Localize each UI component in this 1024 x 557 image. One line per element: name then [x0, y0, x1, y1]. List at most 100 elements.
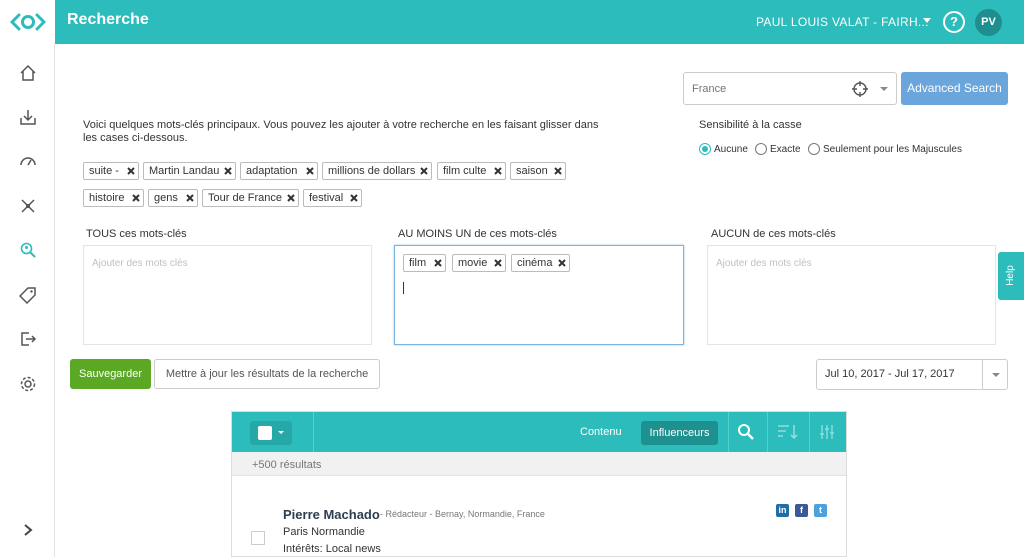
location-input[interactable] [692, 83, 842, 95]
keyword-tag-label: film culte [443, 165, 487, 177]
influencer-name[interactable]: Pierre Machado [283, 507, 380, 522]
divider [767, 412, 768, 452]
keyword-tag[interactable]: saison [510, 162, 566, 180]
help-tab[interactable]: Help [998, 252, 1024, 300]
radio-label: Exacte [770, 143, 801, 155]
location-field[interactable] [683, 72, 872, 105]
page-title: Recherche [67, 11, 149, 28]
keyword-tag[interactable]: adaptation [240, 162, 318, 180]
update-results-button[interactable]: Mettre à jour les résultats de la recher… [154, 359, 380, 389]
none-keywords-input[interactable]: Ajouter des mots clés [707, 245, 996, 345]
results-count: +500 résultats [252, 459, 322, 471]
radio-exacte[interactable]: Exacte [755, 143, 801, 155]
search-icon[interactable] [737, 423, 755, 444]
influencer-organization: Paris Normandie [283, 526, 365, 538]
keyword-tag[interactable]: suite - [83, 162, 139, 180]
none-keywords-title: AUCUN de ces mots-clés [711, 228, 836, 240]
close-icon[interactable] [223, 166, 233, 176]
chevron-right-icon[interactable] [17, 519, 39, 541]
none-keywords-placeholder: Ajouter des mots clés [716, 258, 812, 269]
chevron-down-icon[interactable] [923, 18, 931, 23]
results-count-bar: +500 résultats [232, 452, 846, 476]
close-icon[interactable] [286, 193, 296, 203]
keyword-tag[interactable]: millions de dollars [322, 162, 432, 180]
close-icon[interactable] [131, 193, 141, 203]
keyword-tag[interactable]: gens [148, 189, 198, 207]
keyword-tag[interactable]: film culte [437, 162, 506, 180]
keyword-tag-label: gens [154, 192, 178, 204]
app-logo[interactable] [0, 0, 55, 44]
date-range-dropdown[interactable] [982, 359, 1008, 390]
close-icon[interactable] [553, 166, 563, 176]
settings-gear-icon[interactable] [17, 373, 39, 395]
search-people-icon[interactable] [17, 239, 39, 261]
tab-influenceurs[interactable]: Influenceurs [641, 421, 718, 445]
tag-icon[interactable] [17, 284, 39, 306]
keyword-tag-label: film [409, 257, 427, 269]
influencer-meta: - Rédacteur - Bernay, Normandie, France [380, 509, 545, 519]
close-icon[interactable] [493, 166, 503, 176]
keyword-tag-label: histoire [89, 192, 125, 204]
close-icon[interactable] [305, 166, 315, 176]
close-icon[interactable] [493, 258, 503, 268]
facebook-icon[interactable]: f [795, 504, 808, 517]
instructions-text: Voici quelques mots-clés principaux. Vou… [83, 119, 599, 144]
keyword-tag[interactable]: film [403, 254, 446, 272]
radio-aucune[interactable]: Aucune [699, 143, 748, 155]
radio-dot[interactable] [755, 143, 767, 155]
chevron-down-icon [992, 373, 1000, 377]
help-icon[interactable]: ? [943, 11, 965, 33]
home-icon[interactable] [17, 62, 39, 84]
case-sensitivity-title: Sensibilité à la casse [699, 119, 802, 131]
all-keywords-title: TOUS ces mots-clés [86, 228, 187, 240]
radio-dot[interactable] [808, 143, 820, 155]
linkedin-icon[interactable]: in [776, 504, 789, 517]
divider [728, 412, 729, 452]
keyword-tag[interactable]: festival [303, 189, 362, 207]
radio-label: Seulement pour les Majuscules [823, 143, 962, 155]
avatar[interactable]: PV [975, 9, 1002, 36]
tab-contenu[interactable]: Contenu [580, 426, 622, 438]
export-icon[interactable] [17, 328, 39, 350]
all-keywords-input[interactable]: Ajouter des mots clés [83, 245, 372, 345]
inbox-download-icon[interactable] [17, 106, 39, 128]
radio-dot[interactable] [699, 143, 711, 155]
text-cursor [403, 282, 404, 294]
keyword-tag[interactable]: movie [452, 254, 506, 272]
any-keywords-input[interactable]: film movie cinéma [394, 245, 684, 345]
close-icon[interactable] [349, 193, 359, 203]
keyword-tag-label: saison [516, 165, 548, 177]
close-icon[interactable] [433, 258, 443, 268]
close-icon[interactable] [557, 258, 567, 268]
network-icon[interactable] [17, 195, 39, 217]
user-account-name[interactable]: PAUL LOUIS VALAT - FAIRH... [756, 15, 929, 29]
keyword-tag[interactable]: Martin Landau [143, 162, 236, 180]
influencer-interests: Intérêts: Local news [283, 543, 381, 555]
keyword-tag-label: millions de dollars [328, 165, 416, 177]
keyword-tag-label: festival [309, 192, 344, 204]
divider [809, 412, 810, 452]
filter-sliders-icon[interactable] [820, 424, 834, 443]
save-button[interactable]: Sauvegarder [70, 359, 151, 389]
location-dropdown[interactable] [871, 72, 897, 105]
twitter-icon[interactable]: t [814, 504, 827, 517]
advanced-search-button[interactable]: Advanced Search [901, 72, 1008, 105]
eye-logo-icon [10, 13, 45, 31]
sort-icon[interactable] [777, 423, 799, 444]
select-all-checkbox[interactable] [258, 426, 272, 440]
dashboard-gauge-icon[interactable] [17, 150, 39, 172]
keyword-tag[interactable]: cinéma [511, 254, 570, 272]
divider [313, 412, 314, 452]
select-all-dropdown[interactable] [250, 421, 292, 445]
date-range-field[interactable]: Jul 10, 2017 - Jul 17, 2017 [816, 359, 983, 390]
keyword-tag[interactable]: Tour de France [202, 189, 299, 207]
keyword-tag[interactable]: histoire [83, 189, 144, 207]
sidebar [0, 44, 55, 557]
close-icon[interactable] [126, 166, 136, 176]
radio-majuscules[interactable]: Seulement pour les Majuscules [808, 143, 962, 155]
crosshair-icon[interactable] [852, 81, 868, 100]
row-checkbox[interactable] [251, 531, 265, 545]
any-keywords-title: AU MOINS UN de ces mots-clés [398, 228, 557, 240]
close-icon[interactable] [419, 166, 429, 176]
close-icon[interactable] [185, 193, 195, 203]
